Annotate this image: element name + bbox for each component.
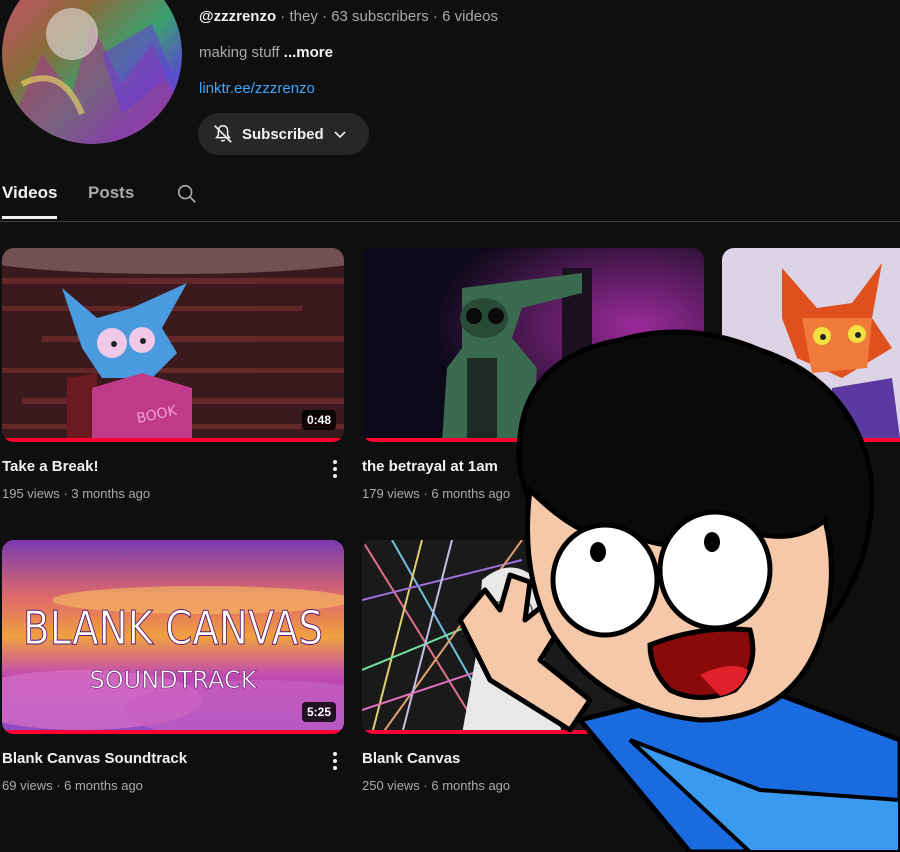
thumb-title-art: BLANK CANVAS: [23, 601, 323, 655]
subscribed-button[interactable]: Subscribed: [198, 113, 369, 155]
channel-link[interactable]: linktr.ee/zzzrenzo: [199, 80, 315, 97]
tab-posts[interactable]: Posts: [88, 183, 134, 203]
video-duration: 0:48: [301, 410, 336, 430]
watch-progress-bar: [2, 438, 344, 442]
watch-progress-bar: [2, 730, 344, 734]
tabs-divider: [0, 221, 900, 222]
video-title[interactable]: Take a Break!: [2, 458, 98, 475]
video-thumbnail[interactable]: BLANK CANVAS SOUNDTRACK 5:25: [2, 540, 344, 734]
video-thumbnail[interactable]: BOOK 0:48: [2, 248, 344, 442]
channel-handle[interactable]: @zzzrenzo: [199, 8, 276, 25]
channel-avatar[interactable]: [2, 0, 182, 144]
more-vert-icon[interactable]: [330, 458, 340, 480]
search-icon[interactable]: [176, 183, 198, 205]
video-meta: 195 views · 3 months ago: [2, 486, 151, 501]
bell-off-icon: [214, 125, 232, 143]
video-duration: 5:25: [301, 702, 336, 722]
subscriber-count: 63 subscribers: [331, 8, 429, 25]
video-title[interactable]: Blank Canvas Soundtrack: [2, 750, 187, 767]
chevron-down-icon: [334, 131, 346, 139]
video-meta: 69 views · 6 months ago: [2, 778, 143, 793]
separator: ·: [317, 8, 332, 25]
separator: ·: [276, 8, 290, 25]
more-vert-icon[interactable]: [330, 750, 340, 772]
cartoon-character-sticker: [457, 329, 900, 852]
description-text: making stuff: [199, 44, 280, 61]
video-card[interactable]: BLANK CANVAS SOUNDTRACK 5:25 Blank Canva…: [2, 540, 344, 793]
channel-description[interactable]: making stuff ...more: [199, 44, 333, 61]
active-tab-indicator: [2, 216, 57, 219]
separator: ·: [428, 8, 443, 25]
channel-pronouns: they: [289, 8, 318, 25]
video-card[interactable]: BOOK 0:48 Take a Break! 195 views · 3 mo…: [2, 248, 344, 501]
more-link[interactable]: ...more: [284, 44, 333, 61]
subscribed-label: Subscribed: [242, 125, 324, 143]
video-count: 6 videos: [442, 8, 498, 25]
tab-videos[interactable]: Videos: [2, 183, 57, 203]
channel-meta: @zzzrenzo · they · 63 subscribers · 6 vi…: [199, 8, 498, 25]
thumb-subtitle-art: SOUNDTRACK: [90, 666, 258, 694]
